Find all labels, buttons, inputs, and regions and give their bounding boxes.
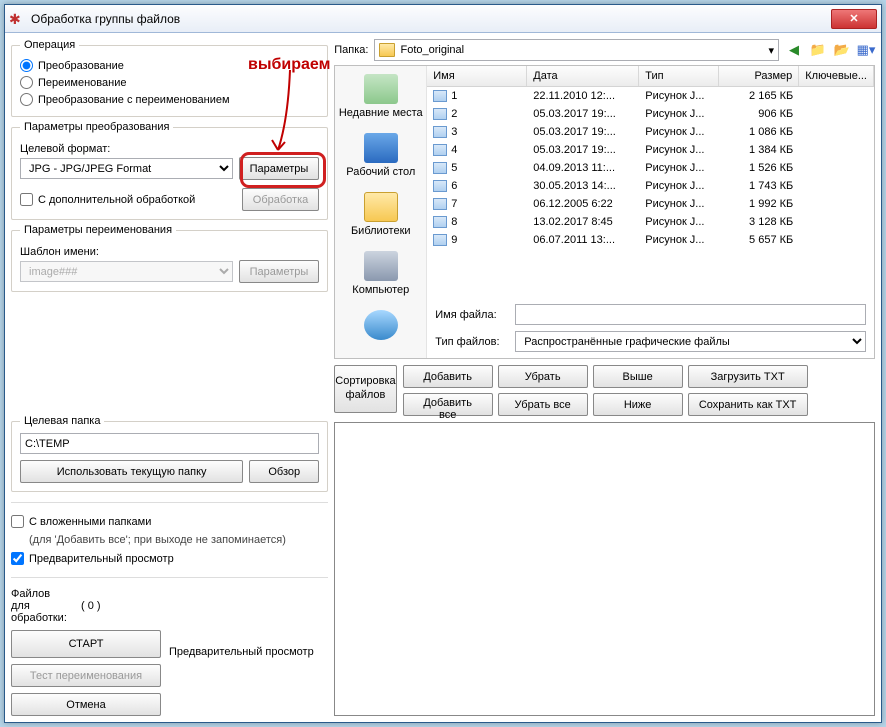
save-txt-button[interactable]: Сохранить как TXT bbox=[688, 393, 808, 416]
folder-label: Папка: bbox=[334, 44, 368, 56]
subfolders-check[interactable]: С вложенными папками bbox=[11, 513, 328, 530]
up-button[interactable]: Выше bbox=[593, 365, 683, 388]
sort-files-button[interactable]: Сортировка файлов bbox=[334, 365, 396, 413]
preview-check[interactable]: Предварительный просмотр bbox=[11, 550, 328, 567]
radio-convert[interactable]: Преобразование bbox=[20, 57, 319, 74]
close-button[interactable]: ✕ bbox=[831, 9, 877, 29]
down-button[interactable]: Ниже bbox=[593, 393, 683, 416]
col-type[interactable]: Тип bbox=[639, 66, 719, 86]
libraries-icon bbox=[364, 192, 398, 222]
sidebar-desktop[interactable]: Рабочий стол bbox=[346, 133, 415, 178]
places-sidebar: Недавние места Рабочий стол Библиотеки К… bbox=[335, 66, 427, 358]
files-count-label: Файлов для обработки: bbox=[11, 588, 71, 624]
operation-legend: Операция bbox=[20, 39, 79, 51]
sidebar-network[interactable] bbox=[364, 310, 398, 343]
queue-list[interactable] bbox=[334, 422, 875, 716]
new-folder-icon[interactable]: 📂 bbox=[833, 41, 851, 59]
extra-processing-check[interactable]: С дополнительной обработкой bbox=[20, 191, 236, 208]
target-format-label: Целевой формат: bbox=[20, 143, 319, 155]
app-icon: ✱ bbox=[9, 11, 25, 27]
file-row[interactable]: 504.09.2013 11:...Рисунок J...1 526 КБ bbox=[427, 159, 874, 177]
col-keywords[interactable]: Ключевые... bbox=[799, 66, 874, 86]
folder-combo[interactable]: Foto_original ▾ bbox=[374, 39, 779, 61]
up-folder-icon[interactable]: 📁 bbox=[809, 41, 827, 59]
target-folder-input[interactable] bbox=[20, 433, 319, 454]
format-params-button[interactable]: Параметры bbox=[239, 157, 320, 180]
file-list-header[interactable]: Имя Дата Тип Размер Ключевые... bbox=[427, 66, 874, 87]
folder-icon bbox=[379, 43, 395, 57]
image-file-icon bbox=[433, 198, 447, 210]
image-file-icon bbox=[433, 162, 447, 174]
radio-rename[interactable]: Переименование bbox=[20, 74, 319, 91]
image-file-icon bbox=[433, 216, 447, 228]
titlebar: ✱ Обработка группы файлов ✕ bbox=[5, 5, 881, 33]
view-mode-icon[interactable]: ▦▾ bbox=[857, 41, 875, 59]
recent-icon bbox=[364, 74, 398, 104]
start-button[interactable]: СТАРТ bbox=[11, 630, 161, 658]
target-folder-legend: Целевая папка bbox=[20, 415, 104, 427]
template-label: Шаблон имени: bbox=[20, 246, 319, 258]
file-row[interactable]: 906.07.2011 13:...Рисунок J...5 657 КБ bbox=[427, 231, 874, 249]
rename-params-group: Параметры переименования Шаблон имени: i… bbox=[11, 224, 328, 292]
test-rename-button: Тест переименования bbox=[11, 664, 161, 687]
transform-params-group: Параметры преобразования Целевой формат:… bbox=[11, 121, 328, 220]
processing-button: Обработка bbox=[242, 188, 319, 211]
browse-button[interactable]: Обзор bbox=[249, 460, 319, 483]
subfolders-hint: (для 'Добавить все'; при выходе не запом… bbox=[11, 534, 328, 546]
desktop-icon bbox=[364, 133, 398, 163]
sidebar-computer[interactable]: Компьютер bbox=[352, 251, 409, 296]
window-title: Обработка группы файлов bbox=[31, 12, 831, 26]
folder-name: Foto_original bbox=[400, 44, 464, 56]
target-format-select[interactable]: JPG - JPG/JPEG Format bbox=[20, 158, 233, 179]
image-file-icon bbox=[433, 180, 447, 192]
rename-legend: Параметры переименования bbox=[20, 224, 176, 236]
file-row[interactable]: 205.03.2017 19:...Рисунок J...906 КБ bbox=[427, 105, 874, 123]
computer-icon bbox=[364, 251, 398, 281]
col-name[interactable]: Имя bbox=[427, 66, 527, 86]
files-count: ( 0 ) bbox=[81, 600, 101, 612]
col-date[interactable]: Дата bbox=[527, 66, 639, 86]
file-type-select[interactable]: Распространённые графические файлы bbox=[515, 331, 866, 352]
file-list: Имя Дата Тип Размер Ключевые... 122.11.2… bbox=[427, 66, 874, 358]
file-row[interactable]: 122.11.2010 12:...Рисунок J...2 165 КБ bbox=[427, 87, 874, 105]
file-type-label: Тип файлов: bbox=[435, 336, 507, 348]
file-row[interactable]: 706.12.2005 6:22Рисунок J...1 992 КБ bbox=[427, 195, 874, 213]
template-select: image### bbox=[20, 261, 233, 282]
image-file-icon bbox=[433, 126, 447, 138]
transform-legend: Параметры преобразования bbox=[20, 121, 173, 133]
sidebar-recent[interactable]: Недавние места bbox=[339, 74, 423, 119]
file-row[interactable]: 305.03.2017 19:...Рисунок J...1 086 КБ bbox=[427, 123, 874, 141]
image-file-icon bbox=[433, 234, 447, 246]
file-row[interactable]: 405.03.2017 19:...Рисунок J...1 384 КБ bbox=[427, 141, 874, 159]
sidebar-libraries[interactable]: Библиотеки bbox=[351, 192, 411, 237]
main-window: ✱ Обработка группы файлов ✕ Операция Пре… bbox=[4, 4, 882, 723]
use-current-folder-button[interactable]: Использовать текущую папку bbox=[20, 460, 243, 483]
add-all-button[interactable]: Добавить все bbox=[403, 393, 493, 416]
file-row[interactable]: 630.05.2013 14:...Рисунок J...1 743 КБ bbox=[427, 177, 874, 195]
network-icon bbox=[364, 310, 398, 340]
add-button[interactable]: Добавить bbox=[403, 365, 493, 388]
preview-label: Предварительный просмотр bbox=[169, 588, 328, 716]
rename-params-button: Параметры bbox=[239, 260, 320, 283]
cancel-button[interactable]: Отмена bbox=[11, 693, 161, 716]
radio-convert-rename[interactable]: Преобразование с переименованием bbox=[20, 91, 319, 108]
load-txt-button[interactable]: Загрузить TXT bbox=[688, 365, 808, 388]
operation-group: Операция Преобразование Переименование П… bbox=[11, 39, 328, 117]
file-name-input[interactable] bbox=[515, 304, 866, 325]
image-file-icon bbox=[433, 108, 447, 120]
file-name-label: Имя файла: bbox=[435, 309, 507, 321]
col-size[interactable]: Размер bbox=[719, 66, 799, 86]
remove-all-button[interactable]: Убрать все bbox=[498, 393, 588, 416]
back-icon[interactable]: ◀ bbox=[785, 41, 803, 59]
target-folder-group: Целевая папка Использовать текущую папку… bbox=[11, 415, 328, 492]
remove-button[interactable]: Убрать bbox=[498, 365, 588, 388]
image-file-icon bbox=[433, 144, 447, 156]
image-file-icon bbox=[433, 90, 447, 102]
file-row[interactable]: 813.02.2017 8:45Рисунок J...3 128 КБ bbox=[427, 213, 874, 231]
